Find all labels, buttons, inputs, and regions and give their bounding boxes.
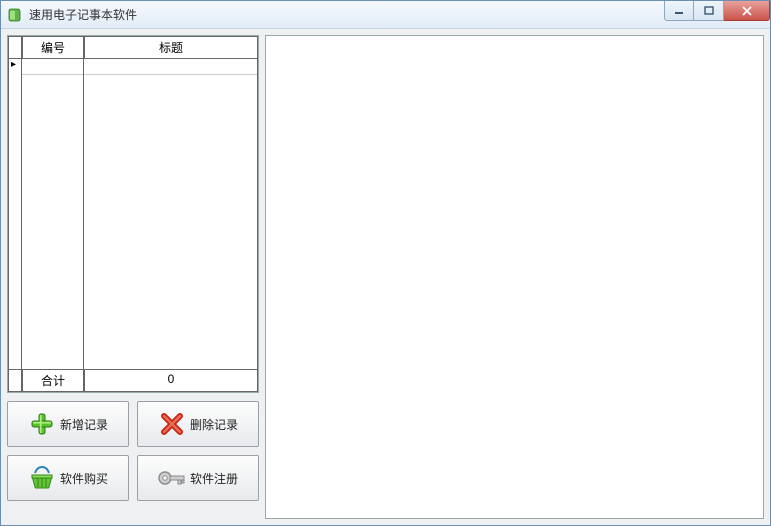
cross-icon (158, 410, 186, 438)
add-record-button[interactable]: 新增记录 (7, 401, 129, 447)
column-body-title[interactable] (84, 59, 258, 370)
column-header-id[interactable]: 编号 (22, 36, 84, 59)
close-button[interactable] (724, 1, 770, 21)
grid-body[interactable]: ▸ (8, 59, 258, 370)
grid-footer-row: 合计 0 (8, 370, 258, 392)
column-header-title[interactable]: 标题 (84, 36, 258, 59)
grid-corner-cell (8, 36, 22, 59)
footer-gutter (8, 370, 22, 392)
action-buttons: 新增记录 删除记录 (7, 401, 259, 501)
buy-software-button[interactable]: 软件购买 (7, 455, 129, 501)
column-body-id[interactable] (22, 59, 84, 370)
minimize-button[interactable] (664, 1, 694, 21)
plus-icon (28, 410, 56, 438)
basket-icon (28, 464, 56, 492)
register-software-label: 软件注册 (190, 470, 238, 487)
cell-title-row1[interactable] (84, 59, 257, 75)
window-controls (664, 1, 770, 21)
app-window: 速用电子记事本软件 编号 标题 ▸ (0, 0, 771, 526)
window-title: 速用电子记事本软件 (29, 6, 137, 23)
app-icon (7, 7, 23, 23)
buy-software-label: 软件购买 (60, 470, 108, 487)
register-software-button[interactable]: 软件注册 (137, 455, 259, 501)
records-grid[interactable]: 编号 标题 ▸ (7, 35, 259, 393)
grid-header-row: 编号 标题 (8, 36, 258, 59)
left-pane: 编号 标题 ▸ (7, 35, 259, 519)
client-area: 编号 标题 ▸ (1, 29, 770, 525)
cell-id-row1[interactable] (22, 59, 83, 75)
key-icon (158, 464, 186, 492)
row-header-gutter: ▸ (8, 59, 22, 370)
maximize-button[interactable] (694, 1, 724, 21)
delete-record-button[interactable]: 删除记录 (137, 401, 259, 447)
title-bar: 速用电子记事本软件 (1, 1, 770, 29)
delete-record-label: 删除记录 (190, 416, 238, 433)
footer-total-label: 合计 (22, 370, 84, 392)
grid-cells (22, 59, 258, 370)
content-pane[interactable] (265, 35, 764, 519)
footer-total-count: 0 (84, 370, 258, 392)
add-record-label: 新增记录 (60, 416, 108, 433)
current-row-marker-icon: ▸ (11, 59, 16, 70)
